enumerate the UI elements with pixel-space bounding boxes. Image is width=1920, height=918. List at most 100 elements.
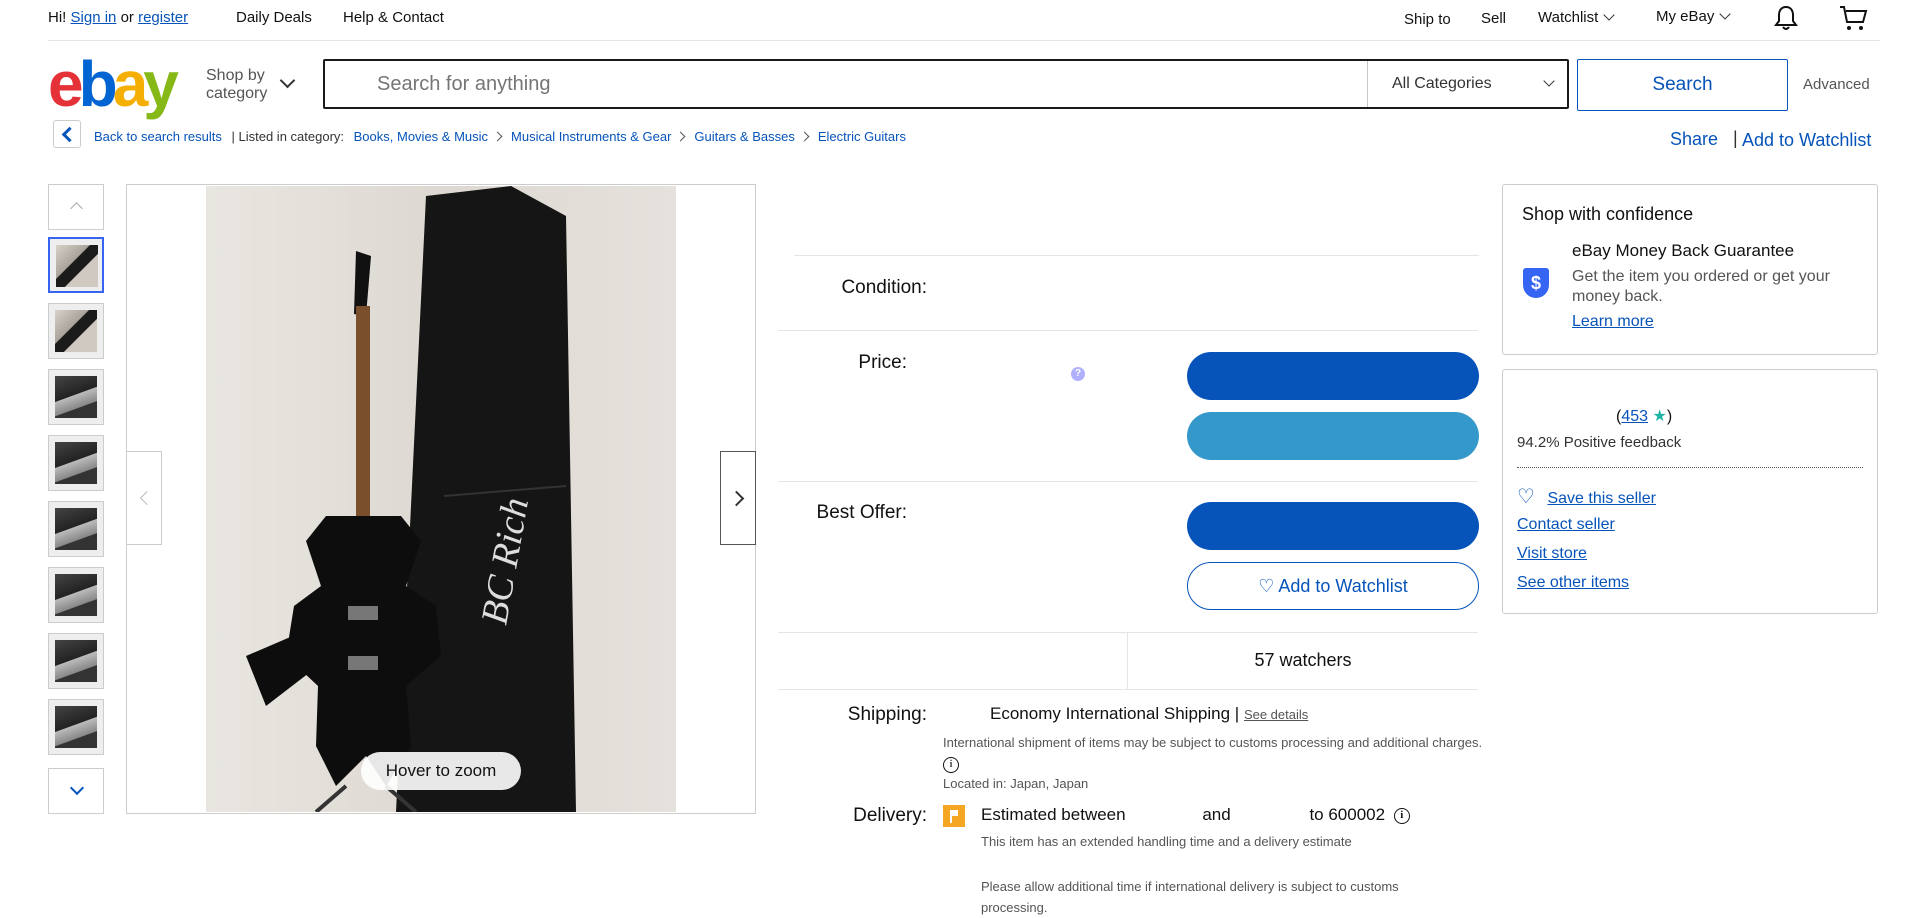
my-ebay-menu[interactable]: My eBay	[1656, 8, 1732, 25]
learn-more-link[interactable]: Learn more	[1572, 313, 1654, 331]
top-bar: Hi! Sign in or register Daily Deals Help…	[48, 0, 1880, 41]
star-icon: ★	[1652, 408, 1667, 425]
see-details-link[interactable]: See details	[1244, 707, 1308, 722]
add-to-watchlist-button[interactable]: ♡ Add to Watchlist	[1187, 562, 1479, 610]
add-to-watchlist-link[interactable]: Add to Watchlist	[1742, 130, 1871, 151]
help-contact-link[interactable]: Help & Contact	[343, 9, 444, 26]
thumbnail[interactable]	[48, 303, 104, 359]
chevron-down-icon	[279, 72, 296, 89]
save-seller-row[interactable]: ♡ Save this seller	[1517, 484, 1656, 509]
share-link[interactable]: Share	[1670, 129, 1718, 150]
search-input[interactable]	[325, 61, 1365, 107]
international-note: International shipment of items may be s…	[943, 732, 1483, 774]
category-select[interactable]: All Categories	[1367, 61, 1568, 107]
chevron-down-icon	[1603, 9, 1615, 21]
shipping-label: Shipping:	[847, 704, 927, 725]
shield-icon: $	[1523, 268, 1549, 298]
breadcrumb-item[interactable]: Electric Guitars	[818, 129, 906, 144]
divider	[778, 689, 1478, 690]
thumbnail-image	[55, 310, 97, 352]
info-icon[interactable]: i	[1393, 807, 1410, 824]
divider	[1517, 467, 1863, 468]
thumbnail[interactable]	[48, 369, 104, 425]
thumbnail[interactable]	[48, 435, 104, 491]
thumbnail[interactable]	[48, 567, 104, 623]
divider: |	[1733, 128, 1738, 148]
delivery-label: Delivery:	[853, 805, 927, 826]
make-offer-button[interactable]	[1187, 502, 1479, 550]
thumbnail-image	[56, 245, 98, 287]
next-image-button[interactable]	[720, 451, 756, 545]
chevron-right-icon	[799, 131, 810, 142]
handling-note: This item has an extended handling time …	[981, 834, 1352, 849]
greeting-text: Hi!	[48, 9, 67, 26]
hover-to-zoom-label: Hover to zoom	[361, 752, 521, 790]
guarantee-text: Get the item you ordered or get your mon…	[1572, 268, 1830, 305]
visit-store-link[interactable]: Visit store	[1517, 545, 1587, 563]
see-other-items-link[interactable]: See other items	[1517, 574, 1629, 592]
save-seller-link[interactable]: Save this seller	[1547, 490, 1656, 507]
breadcrumb: Back to search results | Listed in categ…	[94, 129, 906, 144]
seller-feedback-score: (453 ★)	[1616, 408, 1673, 425]
watchers-count: 57 watchers	[1254, 650, 1352, 670]
customs-note: Please allow additional time if internat…	[981, 879, 1399, 915]
greeting: Hi! Sign in or register	[48, 9, 188, 26]
thumbnail-image	[55, 574, 97, 616]
chevron-right-icon	[675, 131, 686, 142]
breadcrumb-item[interactable]: Guitars & Basses	[694, 129, 794, 144]
daily-deals-link[interactable]: Daily Deals	[236, 9, 312, 26]
divider	[794, 255, 1479, 256]
watchlist-menu[interactable]: Watchlist	[1538, 9, 1615, 26]
register-link[interactable]: register	[138, 9, 188, 26]
my-ebay-label: My eBay	[1656, 8, 1715, 25]
thumbnail-image	[55, 376, 97, 418]
heart-icon: ♡	[1517, 486, 1535, 508]
thumbnail-image	[55, 706, 97, 748]
main-product-image[interactable]: BC Rich	[206, 186, 676, 812]
buy-it-now-button[interactable]	[1187, 352, 1479, 400]
advanced-search-link[interactable]: Advanced	[1803, 76, 1870, 93]
notification-bell-icon[interactable]	[1772, 4, 1800, 36]
heart-icon: ♡	[1258, 576, 1275, 596]
add-to-cart-button[interactable]	[1187, 412, 1479, 460]
thumbnail-scroll-up-button[interactable]	[48, 184, 104, 230]
best-offer-label: Best Offer:	[816, 502, 907, 523]
breadcrumb-item[interactable]: Musical Instruments & Gear	[511, 129, 671, 144]
divider	[778, 330, 1478, 331]
contact-seller-link[interactable]: Contact seller	[1517, 516, 1615, 534]
previous-image-button[interactable]	[126, 451, 162, 545]
breadcrumb-item[interactable]: Books, Movies & Music	[354, 129, 488, 144]
or-text: or	[120, 9, 134, 26]
divider	[778, 481, 1478, 482]
info-icon[interactable]: i	[943, 756, 959, 773]
back-to-results-link[interactable]: Back to search results	[94, 129, 222, 144]
price-help-icon[interactable]: ?	[1071, 367, 1085, 381]
delivery-estimate: Estimated between and to 600002 i	[981, 805, 1410, 825]
ebay-logo[interactable]: ebay	[48, 52, 179, 116]
feedback-count-link[interactable]: 453	[1621, 408, 1648, 425]
shop-by-category-button[interactable]: Shop by category	[206, 67, 267, 103]
thumbnail-image	[55, 442, 97, 484]
thumbnail-scroll-down-button[interactable]	[48, 768, 104, 814]
price-label: Price:	[858, 352, 907, 373]
back-arrow-icon[interactable]	[53, 120, 81, 148]
thumbnail[interactable]	[48, 237, 104, 293]
thumbnail-image	[55, 640, 97, 682]
guarantee-title: eBay Money Back Guarantee	[1572, 241, 1795, 260]
thumbnail[interactable]	[48, 699, 104, 755]
watchlist-label: Watchlist	[1538, 9, 1599, 26]
chevron-right-icon	[492, 131, 503, 142]
search-box: All Categories	[323, 59, 1569, 109]
shipping-method: Economy International Shipping | See det…	[990, 704, 1309, 723]
thumbnail[interactable]	[48, 501, 104, 557]
ship-to-link[interactable]: Ship to	[1404, 11, 1451, 28]
sell-link[interactable]: Sell	[1481, 10, 1506, 27]
thumbnail[interactable]	[48, 633, 104, 689]
sign-in-link[interactable]: Sign in	[71, 9, 117, 26]
chevron-down-icon	[1719, 8, 1732, 20]
chevron-down-icon	[1543, 75, 1555, 87]
flag-icon	[943, 805, 965, 827]
divider	[778, 632, 1478, 633]
cart-icon[interactable]	[1838, 3, 1868, 37]
search-button[interactable]: Search	[1577, 59, 1788, 111]
